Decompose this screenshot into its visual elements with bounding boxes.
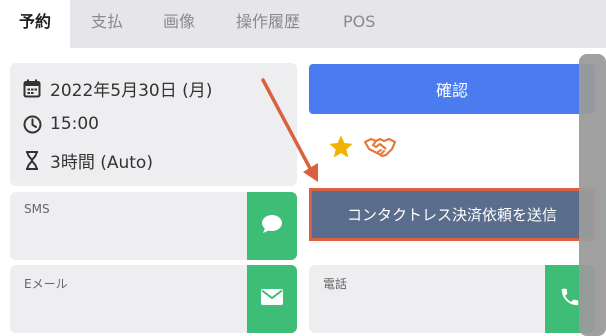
booking-date-row: 2022年5月30日 (月)	[22, 74, 212, 102]
booking-time-row: 15:00	[22, 110, 99, 138]
booking-date: 2022年5月30日 (月)	[50, 80, 213, 101]
send-payment-request-button[interactable]: コンタクトレス決済依頼を送信	[309, 188, 595, 241]
tab-images[interactable]: 画像	[163, 0, 195, 48]
booking-time: 15:00	[50, 114, 99, 134]
booking-info-card: 2022年5月30日 (月) 15:00 3時間 (Auto)	[10, 63, 297, 186]
envelope-icon	[260, 288, 284, 310]
tab-bar: 予約 支払 画像 操作履歴 POS	[0, 0, 606, 48]
calendar-icon	[22, 78, 42, 98]
chat-bubble-icon	[261, 214, 283, 238]
email-label: Eメール	[24, 277, 68, 291]
phone-icon	[559, 286, 581, 312]
tab-booking[interactable]: 予約	[0, 0, 70, 48]
booking-duration: 3時間 (Auto)	[50, 152, 153, 173]
email-button[interactable]	[247, 265, 297, 333]
sms-button[interactable]	[247, 192, 297, 260]
sms-card: SMS	[10, 192, 297, 260]
scrollbar[interactable]	[579, 54, 606, 336]
handshake-icon[interactable]	[363, 134, 397, 160]
phone-card: 電話	[309, 265, 595, 333]
tab-history[interactable]: 操作履歴	[236, 0, 300, 48]
confirm-button[interactable]: 確認	[309, 64, 595, 114]
email-card: Eメール	[10, 265, 297, 333]
phone-label: 電話	[323, 277, 348, 291]
hourglass-icon	[22, 150, 42, 170]
tab-payment[interactable]: 支払	[91, 0, 123, 48]
sms-label: SMS	[24, 202, 50, 216]
clock-icon	[22, 114, 42, 134]
tab-pos[interactable]: POS	[343, 0, 375, 48]
star-icon[interactable]	[327, 133, 355, 161]
booking-duration-row: 3時間 (Auto)	[22, 146, 153, 174]
